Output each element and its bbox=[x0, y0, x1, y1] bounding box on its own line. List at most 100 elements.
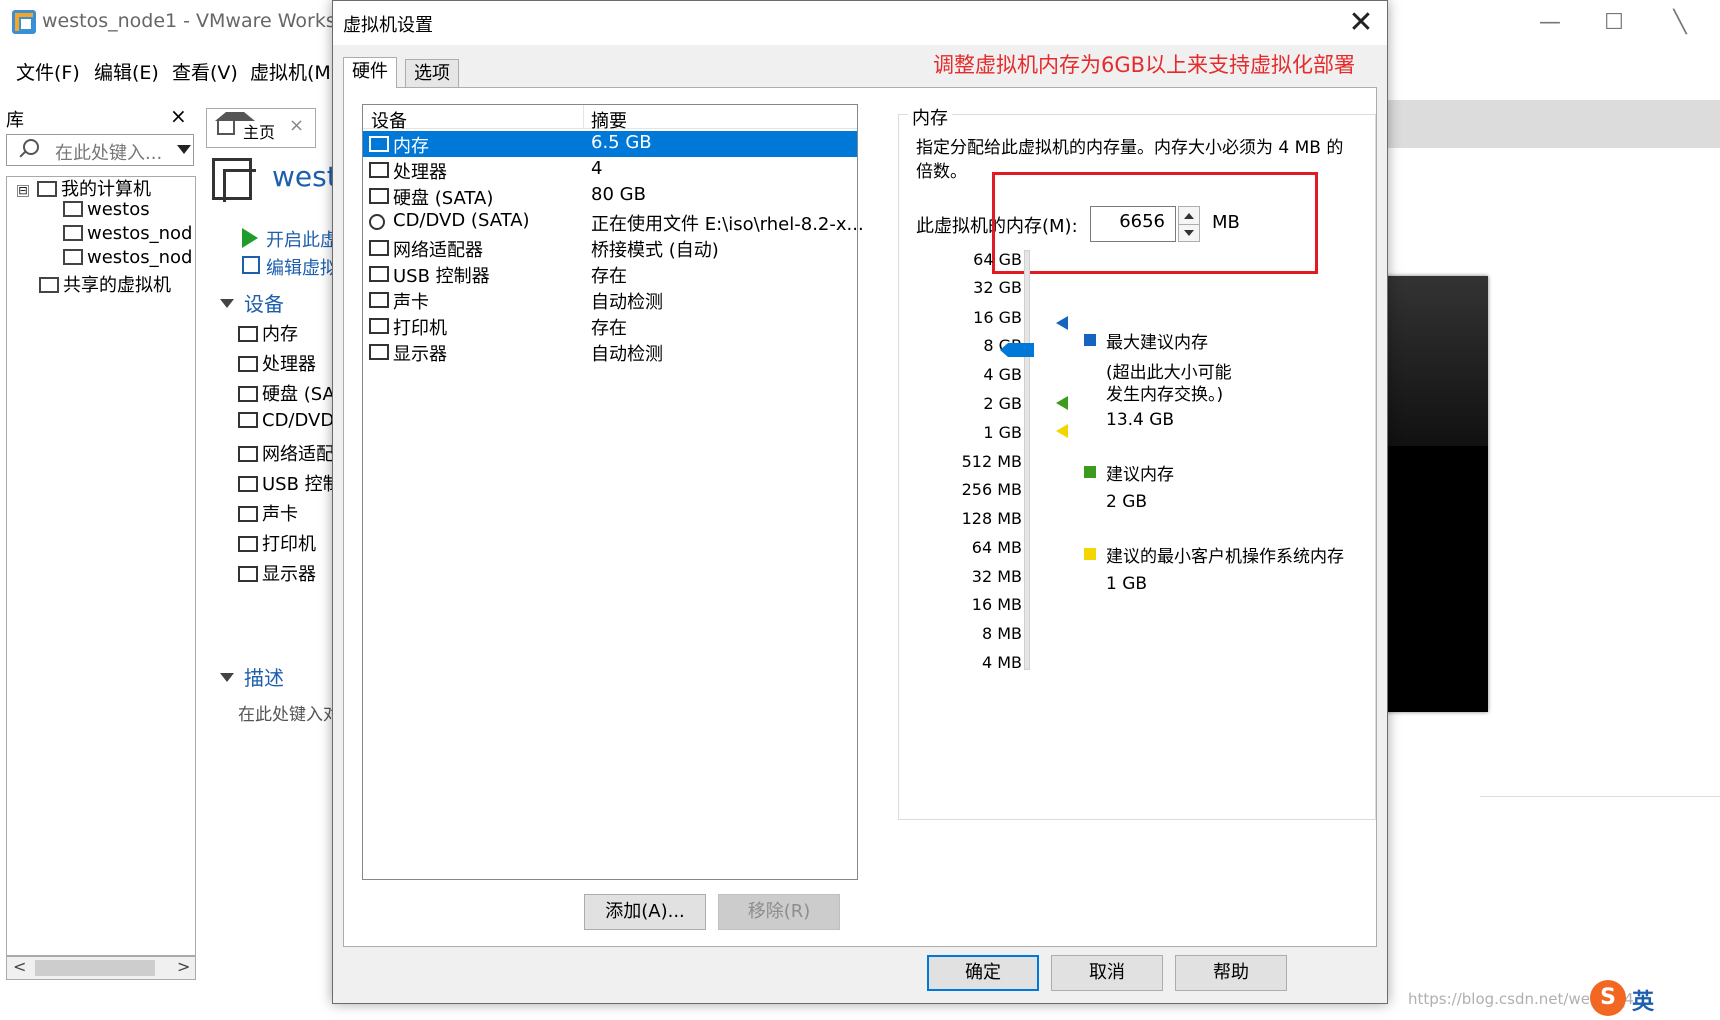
tree-expander-icon[interactable]: ⊟ bbox=[17, 185, 29, 197]
device-row-network[interactable]: 网络适配器 桥接模式 (自动) bbox=[363, 235, 857, 261]
menu-file[interactable]: 文件(F) bbox=[16, 58, 80, 85]
device-summary: 桥接模式 (自动) bbox=[591, 240, 719, 261]
summary-device-label: USB 控制 bbox=[262, 474, 341, 495]
memory-slider-track[interactable] bbox=[1024, 250, 1030, 670]
help-button[interactable]: 帮助 bbox=[1175, 955, 1287, 991]
device-row-memory[interactable]: 内存 6.5 GB bbox=[363, 131, 857, 157]
tree-item-shared-vms[interactable]: 共享的虚拟机 bbox=[39, 271, 171, 297]
device-list[interactable]: 设备 摘要 内存 6.5 GB 处理器 4 硬盘 (SATA) 80 GB CD… bbox=[362, 104, 864, 880]
device-summary: 正在使用文件 E:\iso\rhel-8.2-x... bbox=[591, 214, 864, 235]
tab-options[interactable]: 选项 bbox=[405, 59, 459, 87]
menu-vm[interactable]: 虚拟机(M) bbox=[250, 58, 338, 85]
dialog-title: 虚拟机设置 bbox=[343, 15, 433, 36]
legend-max-title: 最大建议内存 bbox=[1106, 333, 1208, 353]
summary-device-label: 网络适配 bbox=[262, 444, 334, 465]
printer-icon bbox=[238, 536, 258, 552]
add-device-button[interactable]: 添加(A)... bbox=[584, 894, 706, 930]
summary-device-hard-disk[interactable]: 硬盘 (SA bbox=[238, 380, 335, 406]
tree-item-label: westos_nod bbox=[87, 223, 193, 244]
cancel-button[interactable]: 取消 bbox=[1051, 955, 1163, 991]
library-horizontal-scrollbar[interactable]: < > bbox=[6, 956, 196, 980]
hardware-tab-panel: 设备 摘要 内存 6.5 GB 处理器 4 硬盘 (SATA) 80 GB CD… bbox=[343, 87, 1377, 947]
search-icon bbox=[23, 139, 39, 155]
ime-logo-icon[interactable]: S bbox=[1590, 980, 1626, 1016]
scroll-left-arrow[interactable]: < bbox=[13, 957, 26, 976]
device-row-printer[interactable]: 打印机 存在 bbox=[363, 313, 857, 339]
annotation-text: 调整虚拟机内存为6GB以上来支持虚拟化部署 bbox=[933, 53, 1356, 77]
device-row-cd-dvd[interactable]: CD/DVD (SATA) 正在使用文件 E:\iso\rhel-8.2-x..… bbox=[363, 209, 864, 235]
summary-device-network[interactable]: 网络适配 bbox=[238, 440, 334, 466]
column-header-summary[interactable]: 摘要 bbox=[591, 107, 627, 133]
summary-device-usb[interactable]: USB 控制 bbox=[238, 470, 341, 496]
close-window-button[interactable]: ╲ bbox=[1660, 8, 1700, 38]
column-header-device[interactable]: 设备 bbox=[371, 107, 407, 133]
device-list-header: 设备 摘要 bbox=[363, 105, 857, 132]
legend-swatch-min-guest bbox=[1084, 548, 1096, 560]
vm-icon bbox=[63, 249, 83, 265]
chevron-down-icon[interactable] bbox=[177, 145, 191, 154]
power-on-link[interactable]: 开启此虚 bbox=[266, 226, 338, 252]
vm-screen-thumbnail[interactable] bbox=[1380, 276, 1488, 712]
summary-device-label: 打印机 bbox=[262, 534, 316, 555]
scale-label: 64 GB bbox=[973, 250, 1022, 269]
library-search-input[interactable]: 在此处键入... bbox=[6, 134, 194, 166]
scale-label: 4 GB bbox=[983, 365, 1022, 384]
scale-label: 1 GB bbox=[983, 423, 1022, 442]
minimize-button[interactable]: — bbox=[1530, 8, 1570, 38]
device-name: 声卡 bbox=[393, 292, 429, 313]
summary-device-label: 显示器 bbox=[262, 564, 316, 585]
summary-device-label: CD/DVD bbox=[262, 410, 335, 431]
device-row-display[interactable]: 显示器 自动检测 bbox=[363, 339, 857, 365]
vmware-app-icon bbox=[12, 10, 36, 34]
computer-icon bbox=[37, 181, 57, 197]
device-row-usb[interactable]: USB 控制器 存在 bbox=[363, 261, 857, 287]
summary-device-printer[interactable]: 打印机 bbox=[238, 530, 316, 556]
ok-button[interactable]: 确定 bbox=[927, 955, 1039, 991]
tree-item-vm[interactable]: westos bbox=[63, 199, 150, 220]
devices-section-header[interactable]: 设备 bbox=[220, 288, 284, 317]
column-separator[interactable] bbox=[583, 105, 584, 129]
dialog-close-button[interactable]: ✕ bbox=[1341, 5, 1381, 41]
summary-device-label: 硬盘 (SA bbox=[262, 384, 335, 405]
memory-icon bbox=[238, 326, 258, 342]
device-row-sound[interactable]: 声卡 自动检测 bbox=[363, 287, 857, 313]
summary-device-memory[interactable]: 内存 bbox=[238, 320, 298, 346]
summary-device-cd-dvd[interactable]: CD/DVD bbox=[238, 410, 334, 431]
description-section-header[interactable]: 描述 bbox=[220, 662, 284, 691]
scroll-thumb[interactable] bbox=[35, 960, 155, 976]
summary-device-processor[interactable]: 处理器 bbox=[238, 350, 316, 376]
device-summary: 存在 bbox=[591, 266, 627, 287]
remove-device-button[interactable]: 移除(R) bbox=[718, 894, 840, 930]
device-row-processor[interactable]: 处理器 4 bbox=[363, 157, 857, 183]
library-header: 库 × bbox=[0, 102, 198, 131]
tab-hardware[interactable]: 硬件 bbox=[343, 57, 397, 88]
network-icon bbox=[369, 240, 389, 256]
maximize-button[interactable]: ☐ bbox=[1594, 8, 1634, 38]
device-row-hard-disk[interactable]: 硬盘 (SATA) 80 GB bbox=[363, 183, 857, 209]
device-name: USB 控制器 bbox=[393, 266, 490, 287]
hard-disk-icon bbox=[369, 188, 389, 204]
device-name: CD/DVD (SATA) bbox=[393, 210, 530, 231]
close-tab-icon[interactable]: × bbox=[289, 115, 304, 136]
device-name: 内存 bbox=[393, 136, 429, 157]
ime-mode-indicator[interactable]: 英 bbox=[1632, 984, 1654, 1016]
summary-device-sound[interactable]: 声卡 bbox=[238, 500, 298, 526]
menu-view[interactable]: 查看(V) bbox=[172, 58, 238, 85]
sound-icon bbox=[369, 292, 389, 308]
memory-slider-thumb[interactable] bbox=[1000, 343, 1034, 357]
description-placeholder[interactable]: 在此处键入对 bbox=[238, 700, 340, 725]
tree-item-vm[interactable]: westos_nod bbox=[63, 223, 192, 244]
scale-label: 32 GB bbox=[973, 278, 1022, 297]
device-name: 硬盘 (SATA) bbox=[393, 188, 494, 209]
menu-edit[interactable]: 编辑(E) bbox=[94, 58, 159, 85]
tab-home[interactable]: 主页 × bbox=[206, 108, 316, 148]
usb-icon bbox=[238, 476, 258, 492]
summary-device-display[interactable]: 显示器 bbox=[238, 560, 316, 586]
vm-summary-panel: west 开启此虚 编辑虚拟 设备 内存 处理器 硬盘 (SA CD/DVD 网… bbox=[204, 152, 341, 952]
library-close-button[interactable]: × bbox=[170, 104, 187, 128]
edit-settings-link[interactable]: 编辑虚拟 bbox=[266, 254, 338, 280]
tab-home-label: 主页 bbox=[243, 123, 276, 142]
tree-item-vm[interactable]: westos_nod bbox=[63, 247, 192, 268]
scroll-right-arrow[interactable]: > bbox=[177, 957, 190, 976]
tree-item-my-computer[interactable]: 我的计算机 bbox=[37, 177, 151, 201]
